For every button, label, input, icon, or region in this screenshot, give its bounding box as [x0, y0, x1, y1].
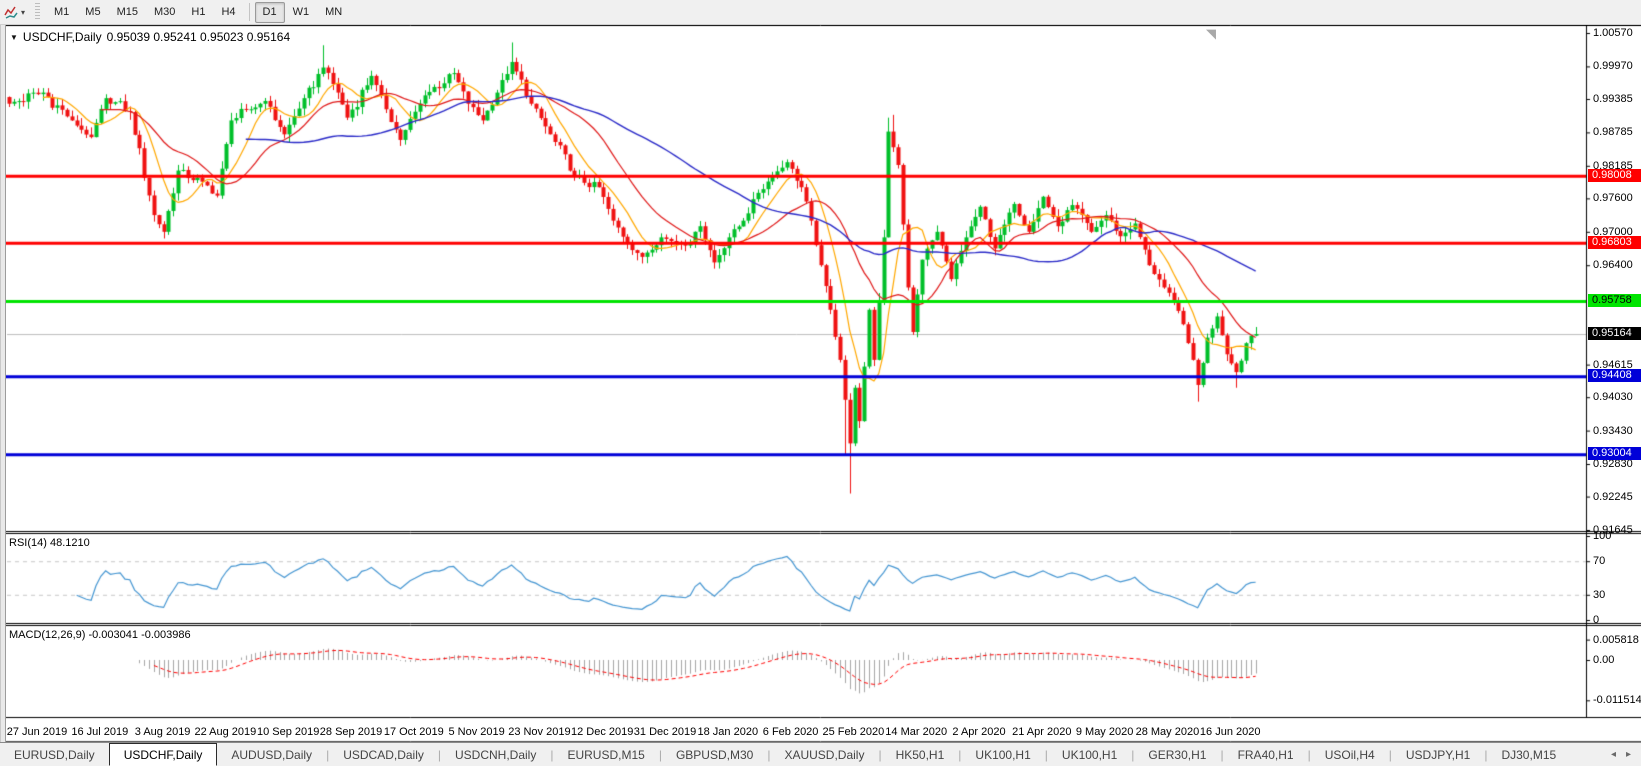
date-tick-label: 2 Apr 2020 — [952, 726, 1006, 738]
chart-symbol-label: USDCHF,Daily — [22, 30, 102, 44]
timeframes-toolbar: ▾ M1 M5 M15 M30 H1 H4 D1 W1 MN — [0, 0, 1641, 25]
price-tick-label: 1.00570 — [1593, 27, 1633, 39]
chart-tab-usdchf-daily[interactable]: USDCHF,Daily — [108, 743, 218, 766]
timeframe-button-w1[interactable]: W1 — [285, 2, 318, 23]
date-tick-label: 21 Apr 2020 — [1012, 726, 1072, 738]
chart-tab-audusd-daily[interactable]: AUDUSD,Daily — [217, 743, 326, 766]
level-price-chip-0.98008[interactable]: 0.98008 — [1588, 168, 1641, 182]
date-tick-label: 14 Mar 2020 — [885, 726, 948, 738]
chevron-down-icon[interactable]: ▾ — [21, 8, 25, 17]
toolbar-separator — [248, 3, 250, 21]
price-tick-label: 0.99970 — [1593, 60, 1633, 73]
date-tick-label: 31 Dec 2019 — [633, 726, 697, 738]
toolbar-grip-handle[interactable] — [35, 3, 41, 21]
date-tick-label: 3 Aug 2019 — [134, 726, 191, 738]
timeframe-button-m5[interactable]: M5 — [77, 2, 108, 23]
level-price-chip-0.95758[interactable]: 0.95758 — [1588, 293, 1641, 307]
date-tick-label: 27 Jun 2019 — [6, 726, 68, 738]
date-tick-label: 9 May 2020 — [1075, 726, 1134, 738]
date-tick-label: 16 Jun 2020 — [1199, 726, 1261, 738]
chart-tab-usdcnh-daily[interactable]: USDCNH,Daily — [441, 743, 550, 766]
price-tick-label: 0.98785 — [1593, 126, 1633, 139]
timeframe-button-m1[interactable]: M1 — [46, 2, 77, 23]
date-tick-label: 6 Feb 2020 — [762, 726, 819, 738]
chart-tab-fra40-h1[interactable]: FRA40,H1 — [1224, 743, 1308, 766]
chart-tab-usdcad-daily[interactable]: USDCAD,Daily — [329, 743, 438, 766]
rsi-tick-label: 100 — [1593, 530, 1612, 542]
chart-dropdown-icon[interactable]: ▼ — [10, 33, 18, 42]
price-chart-canvas[interactable] — [0, 25, 1641, 742]
rsi-tick-label: 70 — [1593, 555, 1606, 568]
price-tick-label: 0.96400 — [1593, 259, 1633, 272]
timeframe-button-h1[interactable]: H1 — [183, 2, 213, 23]
chart-window: ▼ USDCHF,Daily 0.95039 0.95241 0.95023 0… — [0, 25, 1641, 742]
rsi-indicator-label: RSI(14) 48.1210 — [9, 537, 90, 549]
date-tick-label: 25 Feb 2020 — [822, 726, 885, 738]
date-tick-label: 17 Oct 2019 — [383, 726, 444, 738]
timeframe-button-m30[interactable]: M30 — [146, 2, 183, 23]
chart-type-icon — [4, 6, 18, 19]
date-tick-label: 22 Aug 2019 — [194, 726, 257, 738]
macd-tick-label: 0.005818 — [1593, 633, 1639, 646]
chart-tabbar: EURUSD,Daily USDCHF,Daily AUDUSD,Daily | USD… — [0, 742, 1641, 766]
tab-scroll-left-icon[interactable]: ◂ — [1611, 749, 1616, 760]
tab-scroll-arrows: ◂ ▸ — [1611, 743, 1641, 766]
tab-scroll-right-icon[interactable]: ▸ — [1626, 749, 1631, 760]
chart-tab-usoil-h4[interactable]: USOil,H4 — [1311, 743, 1389, 766]
chart-title: ▼ USDCHF,Daily 0.95039 0.95241 0.95023 0… — [10, 30, 290, 44]
price-tick-label: 0.94030 — [1593, 391, 1633, 404]
price-tick-label: 0.99385 — [1593, 92, 1633, 105]
chart-tab-eurusd-m15[interactable]: EURUSD,M15 — [553, 743, 658, 766]
chart-ohlc-values: 0.95039 0.95241 0.95023 0.95164 — [106, 30, 291, 44]
rsi-tick-label: 0 — [1593, 614, 1600, 626]
timeframe-button-h4[interactable]: H4 — [213, 2, 243, 23]
chart-tab-gbpusd-m30[interactable]: GBPUSD,M30 — [662, 743, 767, 766]
date-tick-label: 28 May 2020 — [1135, 726, 1200, 738]
level-price-chip-0.94408[interactable]: 0.94408 — [1588, 369, 1641, 383]
timeframe-button-d1[interactable]: D1 — [254, 1, 285, 23]
date-tick-label: 10 Sep 2019 — [256, 726, 320, 738]
timeframe-button-mn[interactable]: MN — [317, 2, 350, 23]
chart-tab-uk100-h1[interactable]: UK100,H1 — [961, 743, 1044, 766]
chart-tools-button[interactable]: ▾ — [3, 4, 29, 20]
date-tick-label: 16 Jul 2019 — [71, 726, 129, 738]
macd-tick-label: 0.00 — [1593, 654, 1615, 666]
window-left-frame — [0, 25, 6, 742]
date-tick-label: 23 Nov 2019 — [508, 726, 571, 738]
timeframe-buttons: M1 M5 M15 M30 H1 H4 D1 W1 MN — [46, 1, 350, 23]
chart-tab-uk100-h1[interactable]: UK100,H1 — [1048, 743, 1131, 766]
date-tick-label: 28 Sep 2019 — [319, 726, 383, 738]
price-tick-label: 0.97600 — [1593, 192, 1633, 205]
chart-tab-eurusd-daily[interactable]: EURUSD,Daily — [0, 743, 109, 766]
chart-tab-xauusd-daily[interactable]: XAUUSD,Daily — [770, 743, 878, 766]
rsi-tick-label: 30 — [1593, 588, 1606, 601]
chart-tab-usdjpy-h1[interactable]: USDJPY,H1 — [1392, 743, 1484, 766]
timeframe-button-m15[interactable]: M15 — [109, 2, 146, 23]
chart-tabs: EURUSD,Daily USDCHF,Daily AUDUSD,Daily | USD… — [0, 743, 1570, 766]
chart-tab-hk50-h1[interactable]: HK50,H1 — [882, 743, 959, 766]
macd-indicator-label: MACD(12,26,9) -0.003041 -0.003986 — [9, 629, 191, 641]
level-price-chip-0.96803[interactable]: 0.96803 — [1588, 235, 1641, 249]
date-tick-label: 5 Nov 2019 — [448, 726, 505, 738]
date-tick-label: 12 Dec 2019 — [570, 726, 634, 738]
chart-shift-marker[interactable]: ◥ — [1206, 26, 1216, 42]
level-price-chip-0.93004[interactable]: 0.93004 — [1588, 447, 1641, 461]
price-tick-label: 0.92245 — [1593, 490, 1633, 503]
date-tick-label: 18 Jan 2020 — [697, 726, 759, 738]
chart-tab-dj30-m15[interactable]: DJ30,M15 — [1487, 743, 1570, 766]
macd-tick-label: -0.011514 — [1593, 694, 1641, 707]
mt4-workspace: ▾ M1 M5 M15 M30 H1 H4 D1 W1 MN ▼ USDCHF,Daily 0.… — [0, 0, 1641, 766]
price-tick-label: 0.93430 — [1593, 424, 1633, 437]
chart-tab-ger30-h1[interactable]: GER30,H1 — [1134, 743, 1220, 766]
current-price-chip: 0.95164 — [1588, 327, 1641, 341]
